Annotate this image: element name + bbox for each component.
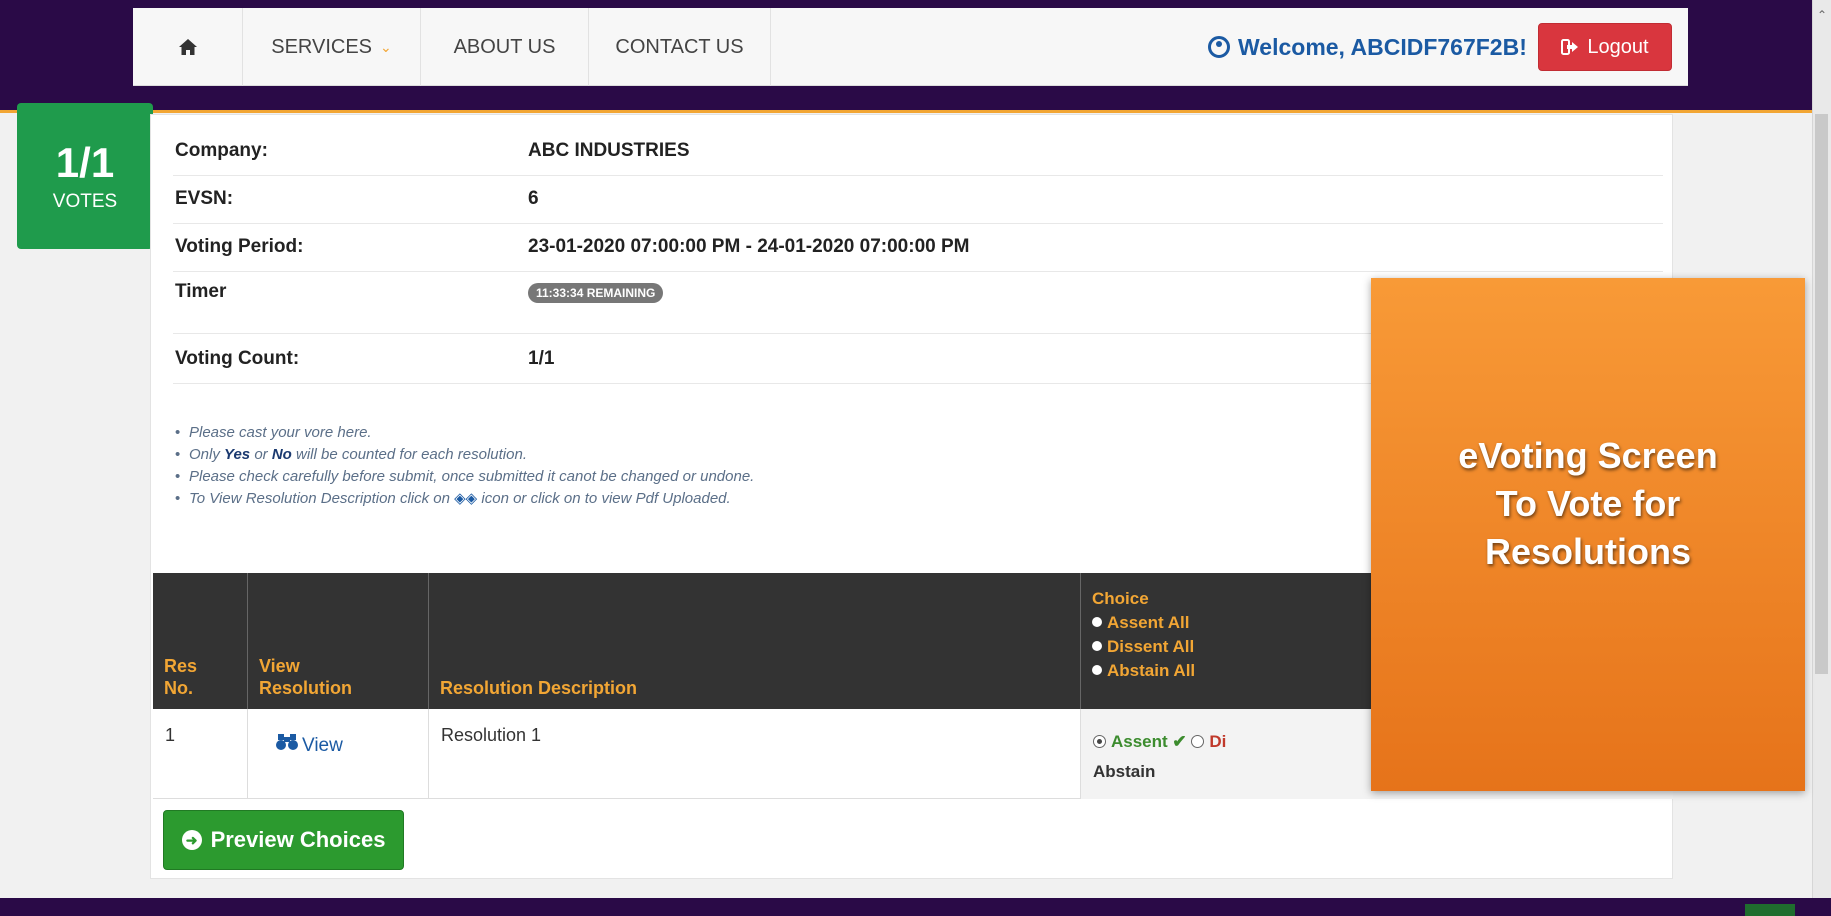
chevron-down-icon: ⌄ <box>380 38 392 55</box>
cell-res-no: 1 <box>153 709 248 799</box>
radio-empty-icon <box>1191 735 1205 748</box>
annotation-callout: eVoting Screen To Vote for Resolutions <box>1371 278 1805 791</box>
nav-services-label: SERVICES <box>271 35 373 58</box>
header-text: View <box>259 656 300 676</box>
header-accent-line <box>0 110 1831 113</box>
callout-line: Resolutions <box>1484 531 1691 572</box>
header-text: Resolution Description <box>440 678 638 698</box>
assent-label: Assent <box>1111 732 1168 751</box>
nav-about-label: ABOUT US <box>453 35 556 58</box>
instruction-text: icon or click on to view Pdf Uploaded. <box>481 490 731 507</box>
top-navbar: SERVICES ⌄ ABOUT US CONTACT US Welcome, … <box>133 8 1688 86</box>
view-resolution-link[interactable]: View <box>276 733 343 757</box>
company-value: ABC INDUSTRIES <box>528 140 690 161</box>
welcome-user[interactable]: Welcome, ABCIDF767F2B! <box>1208 8 1527 86</box>
scrollbar-thumb[interactable] <box>1815 114 1828 674</box>
company-label: Company: <box>175 140 268 161</box>
instruction-item: Only Yes or No will be counted for each … <box>173 444 754 466</box>
preview-choices-label: Preview Choices <box>210 827 386 852</box>
header-text: Resolution <box>259 678 352 698</box>
nav-home[interactable] <box>133 8 243 86</box>
nav-contact-label: CONTACT US <box>615 35 744 58</box>
nav-about-us[interactable]: ABOUT US <box>421 8 589 86</box>
header-res-no: Res No. <box>153 573 248 709</box>
abstain-all-label: Abstain All <box>1107 661 1196 680</box>
checkmark-icon: ✔ <box>1172 732 1187 751</box>
binoculars-icon <box>276 734 298 750</box>
abstain-label: Abstain <box>1093 762 1156 781</box>
sign-out-icon <box>1561 39 1579 55</box>
assent-radio[interactable]: Assent ✔ <box>1093 732 1187 751</box>
header-text: Res <box>164 656 198 676</box>
evsn-row: EVSN: 6 <box>173 176 1663 224</box>
dissent-label: Di <box>1209 732 1227 751</box>
dissent-all-label: Dissent All <box>1107 637 1195 656</box>
timer-badge: 11:33:34 REMAINING <box>528 283 664 303</box>
dissent-all-option[interactable]: Dissent All <box>1092 635 1195 659</box>
nav-services[interactable]: SERVICES ⌄ <box>243 8 421 86</box>
footer-band <box>0 898 1831 916</box>
preview-choices-button[interactable]: ➜ Preview Choices <box>163 810 404 870</box>
cell-view: View <box>248 709 429 799</box>
votes-badge: 1/1 VOTES <box>17 103 153 249</box>
evsn-value: 6 <box>528 188 539 209</box>
footer-corner-block <box>1745 904 1795 916</box>
instruction-item: To View Resolution Description click on … <box>173 488 754 510</box>
instruction-text: will be counted for each resolution. <box>291 446 527 463</box>
instruction-text: To View Resolution Description click on <box>189 490 455 507</box>
radio-dot-icon <box>1092 665 1102 675</box>
votes-label: VOTES <box>52 191 118 212</box>
instruction-text: Please cast your vore here. <box>189 424 372 441</box>
timer-label: Timer <box>175 281 227 302</box>
radio-dot-icon <box>1092 617 1102 627</box>
instruction-item: Please check carefully before submit, on… <box>173 466 754 488</box>
votes-count: 1/1 <box>55 139 115 186</box>
view-label: View <box>302 735 343 756</box>
home-icon <box>178 39 197 55</box>
header-text: Choice <box>1092 589 1149 608</box>
assent-all-label: Assent All <box>1107 613 1190 632</box>
nav-contact-us[interactable]: CONTACT US <box>589 8 771 86</box>
callout-line: eVoting Screen <box>1458 435 1718 476</box>
scroll-up-arrow-icon[interactable]: ⌃ <box>1815 8 1829 22</box>
callout-text: eVoting Screen To Vote for Resolutions <box>1371 432 1805 576</box>
instructions-list: Please cast your vore here. Only Yes or … <box>173 422 754 510</box>
voting-period-label: Voting Period: <box>175 236 304 257</box>
radio-dot-icon <box>1092 641 1102 651</box>
yes-emphasis: Yes <box>224 446 251 463</box>
callout-line: To Vote for <box>1495 483 1681 524</box>
header-view-resolution: View Resolution <box>248 573 429 709</box>
logout-button[interactable]: Logout <box>1538 23 1672 71</box>
abstain-all-option[interactable]: Abstain All <box>1092 659 1195 683</box>
dissent-radio[interactable]: Di <box>1191 732 1226 751</box>
header-resolution-description: Resolution Description <box>429 573 1081 709</box>
header-text: No. <box>164 678 193 698</box>
welcome-text: Welcome, ABCIDF767F2B! <box>1238 33 1527 60</box>
voting-period-value: 23-01-2020 07:00:00 PM - 24-01-2020 07:0… <box>528 236 970 257</box>
voting-count-label: Voting Count: <box>175 348 300 369</box>
instruction-text: or <box>250 446 272 463</box>
user-circle-icon <box>1208 36 1230 58</box>
instruction-text: Please check carefully before submit, on… <box>189 468 755 485</box>
instruction-text: Only <box>189 446 225 463</box>
company-row: Company: ABC INDUSTRIES <box>173 129 1663 176</box>
radio-selected-icon <box>1093 735 1106 748</box>
instruction-item: Please cast your vore here. <box>173 422 754 444</box>
assent-all-option[interactable]: Assent All <box>1092 611 1195 635</box>
voting-period-row: Voting Period: 23-01-2020 07:00:00 PM - … <box>173 224 1663 272</box>
cell-description: Resolution 1 <box>429 709 1081 799</box>
arrow-circle-right-icon: ➜ <box>181 830 202 850</box>
logout-label: Logout <box>1587 35 1649 58</box>
evsn-label: EVSN: <box>175 188 234 209</box>
no-emphasis: No <box>271 446 292 463</box>
binoculars-icon: ◈◈ <box>454 490 478 507</box>
voting-count-value: 1/1 <box>528 348 555 369</box>
